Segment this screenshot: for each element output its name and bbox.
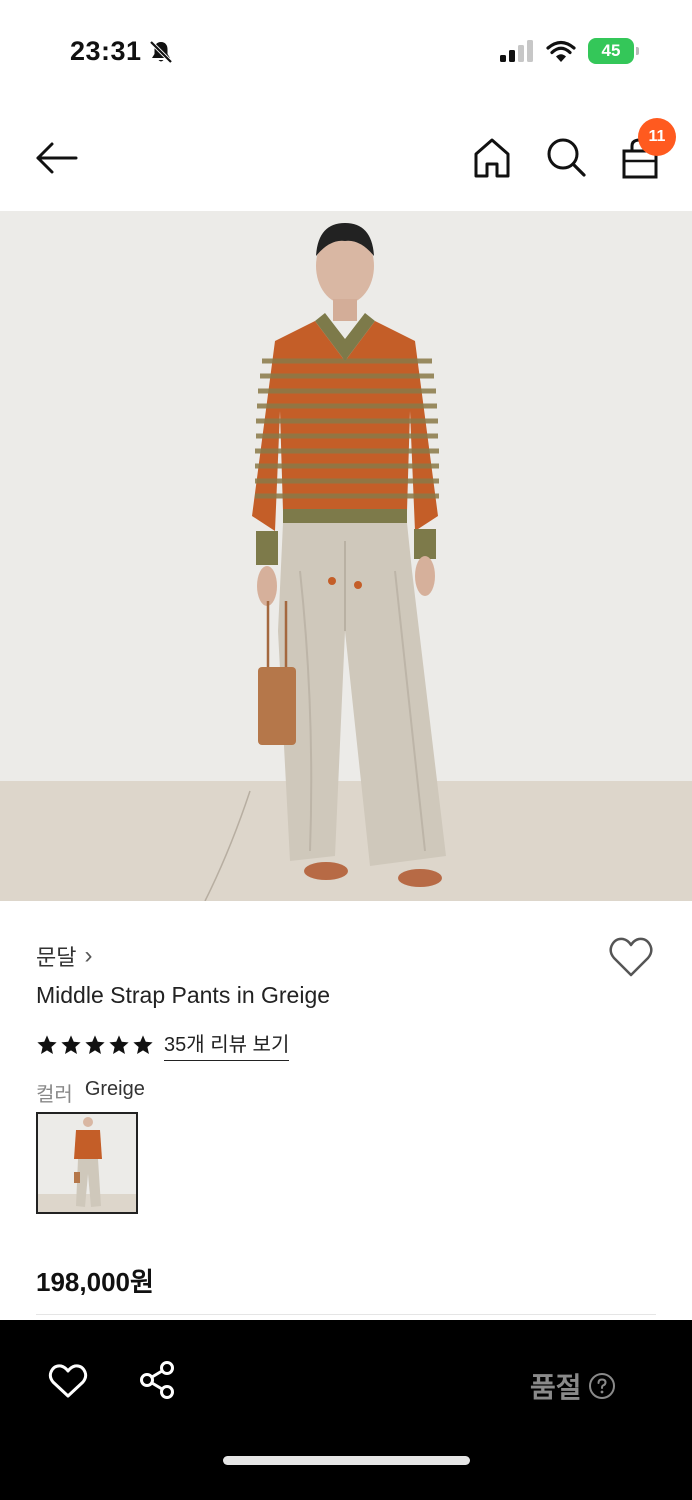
battery-indicator: 45 <box>588 38 639 64</box>
wishlist-bottom-button[interactable] <box>48 1362 88 1400</box>
sold-out-label: 품절 <box>530 1372 582 1403</box>
home-icon <box>474 138 510 178</box>
status-indicators: 45 <box>500 38 639 64</box>
signal-icon <box>500 40 533 62</box>
color-row: 컬러 Greige <box>36 1078 145 1107</box>
status-time-group: 23:31 <box>70 36 174 67</box>
star-icon <box>109 1034 129 1054</box>
thumbnail-photo <box>38 1114 136 1212</box>
top-navigation: 11 <box>0 110 692 210</box>
status-time: 23:31 <box>70 36 142 66</box>
divider <box>36 1314 656 1315</box>
chevron-right-icon: › <box>84 942 93 969</box>
brand-link[interactable]: 문달 › <box>36 940 92 972</box>
product-name: Middle Strap Pants in Greige <box>36 982 331 1008</box>
rating-stars <box>36 1034 154 1056</box>
rating-row: 35개 리뷰 보기 <box>36 1028 290 1061</box>
sold-out-status[interactable]: 품절 <box>530 1366 616 1406</box>
share-icon <box>140 1361 174 1399</box>
wifi-icon <box>546 40 576 62</box>
model-photo <box>0 211 692 901</box>
share-button[interactable] <box>138 1360 178 1400</box>
status-bar: 23:31 45 <box>0 0 692 100</box>
star-icon <box>61 1034 81 1054</box>
home-indicator <box>223 1456 470 1465</box>
back-button[interactable] <box>34 138 80 178</box>
muted-bell-icon <box>149 40 172 63</box>
bottom-action-bar: 품절 <box>0 1320 692 1500</box>
brand-name: 문달 <box>36 945 77 970</box>
battery-level: 45 <box>601 41 621 60</box>
star-icon <box>85 1034 105 1054</box>
product-image[interactable] <box>0 211 692 901</box>
color-value: Greige <box>84 1078 145 1100</box>
search-icon <box>547 138 586 177</box>
star-icon <box>133 1034 153 1054</box>
wishlist-button[interactable] <box>608 935 654 979</box>
home-button[interactable] <box>472 136 512 180</box>
heart-icon <box>609 937 653 977</box>
review-link[interactable]: 35개 리뷰 보기 <box>164 1028 290 1061</box>
help-icon <box>588 1373 615 1399</box>
cart-count-badge: 11 <box>638 118 676 156</box>
back-arrow-icon <box>36 142 78 174</box>
color-option-thumbnail[interactable] <box>36 1112 138 1214</box>
star-icon <box>37 1034 57 1054</box>
color-label: 컬러 <box>36 1084 73 1106</box>
product-price: 198,000원 <box>36 1267 154 1297</box>
search-button[interactable] <box>545 136 587 178</box>
heart-icon <box>48 1364 88 1398</box>
